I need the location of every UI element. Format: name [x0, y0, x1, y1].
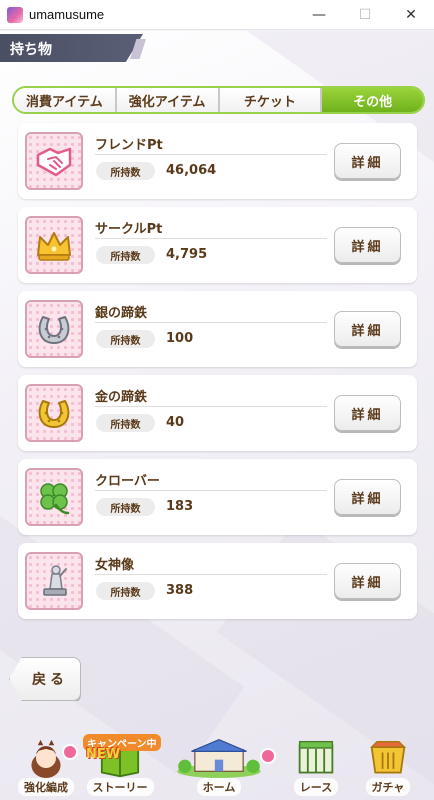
nav-label: ストーリー	[86, 778, 154, 796]
gold-horseshoe-icon	[38, 400, 70, 428]
detail-button[interactable]: 詳細	[334, 563, 401, 599]
home-building-icon	[177, 738, 261, 778]
item-icon-frame	[25, 300, 83, 358]
item-icon-frame	[25, 132, 83, 190]
nav-training[interactable]: 強化編成	[12, 738, 80, 796]
owned-value: 100	[166, 331, 194, 346]
notification-badge	[260, 748, 276, 764]
owned-label: 所持数	[96, 162, 155, 180]
item-name: クローバー	[95, 474, 160, 489]
item-name: 女神像	[95, 558, 135, 573]
owned-value: 183	[166, 499, 194, 514]
owned-value: 46,064	[166, 163, 217, 178]
maximize-button[interactable]: ☐	[342, 0, 388, 30]
divider	[95, 490, 327, 491]
item-name: フレンドPt	[95, 138, 163, 153]
list-item: クローバー 所持数 183 詳細	[18, 459, 417, 535]
tab-tickets[interactable]: チケット	[219, 88, 323, 112]
divider	[95, 406, 327, 407]
notification-badge	[62, 744, 78, 760]
owned-value: 40	[166, 415, 185, 430]
item-icon-frame	[25, 384, 83, 442]
minimize-button[interactable]: —	[296, 0, 342, 30]
page-header: 持ち物	[0, 34, 143, 62]
game-viewport: 持ち物 消費アイテム 強化アイテム チケット その他 フレンドPt 所持数 46…	[0, 31, 434, 800]
category-tabs: 消費アイテム 強化アイテム チケット その他	[12, 86, 425, 114]
handshake-icon	[36, 147, 72, 177]
close-button[interactable]: ✕	[388, 0, 434, 30]
owned-label: 所持数	[96, 498, 155, 516]
tab-consumables[interactable]: 消費アイテム	[14, 88, 117, 112]
gacha-icon	[369, 740, 407, 774]
list-item: サークルPt 所持数 4,795 詳細	[18, 207, 417, 283]
owned-value: 388	[166, 583, 194, 598]
tab-others[interactable]: その他	[322, 88, 423, 112]
list-item: 金の蹄鉄 所持数 40 詳細	[18, 375, 417, 451]
nav-gacha[interactable]: ガチャ	[354, 738, 422, 796]
nav-race[interactable]: レース	[284, 738, 348, 796]
nav-home[interactable]: ホーム	[160, 738, 278, 796]
owned-label: 所持数	[96, 246, 155, 264]
item-name: 金の蹄鉄	[95, 390, 148, 405]
window-title: umamusume	[29, 7, 105, 22]
silver-horseshoe-icon	[38, 316, 70, 344]
divider	[95, 574, 327, 575]
item-list: フレンドPt 所持数 46,064 詳細 サークルPt 所持数 4,795 詳細	[18, 123, 418, 627]
divider	[95, 238, 327, 239]
detail-button[interactable]: 詳細	[334, 143, 401, 179]
detail-button[interactable]: 詳細	[334, 395, 401, 431]
detail-button[interactable]: 詳細	[334, 479, 401, 515]
new-badge: NEW	[86, 747, 121, 762]
list-item: 女神像 所持数 388 詳細	[18, 543, 417, 619]
detail-button[interactable]: 詳細	[334, 311, 401, 347]
goddess-statue-icon	[43, 565, 67, 596]
item-name: 銀の蹄鉄	[95, 306, 148, 321]
bottom-nav: 強化編成 ストーリー キャンペーン中 NEW ホーム レース ガチャ	[0, 734, 434, 800]
nav-label: 強化編成	[18, 778, 74, 796]
nav-label: ガチャ	[365, 778, 411, 796]
back-button[interactable]: 戻る	[9, 657, 81, 701]
divider	[95, 154, 327, 155]
clover-icon	[40, 483, 70, 515]
item-icon-frame	[25, 216, 83, 274]
owned-label: 所持数	[96, 414, 155, 432]
item-name: サークルPt	[95, 222, 163, 237]
nav-label: ホーム	[196, 778, 242, 796]
list-item: 銀の蹄鉄 所持数 100 詳細	[18, 291, 417, 367]
item-icon-frame	[25, 468, 83, 526]
window-titlebar: umamusume — ☐ ✕	[0, 0, 434, 30]
list-item: フレンドPt 所持数 46,064 詳細	[18, 123, 417, 199]
tab-enhancement-items[interactable]: 強化アイテム	[116, 88, 220, 112]
owned-label: 所持数	[96, 582, 155, 600]
divider	[95, 322, 327, 323]
item-icon-frame	[25, 552, 83, 610]
detail-button[interactable]: 詳細	[334, 227, 401, 263]
page-title: 持ち物	[10, 42, 52, 58]
race-gate-icon	[298, 740, 334, 774]
nav-label: レース	[293, 778, 339, 796]
app-icon	[7, 6, 23, 23]
crown-icon	[37, 232, 71, 261]
owned-value: 4,795	[166, 247, 208, 262]
owned-label: 所持数	[96, 330, 155, 348]
